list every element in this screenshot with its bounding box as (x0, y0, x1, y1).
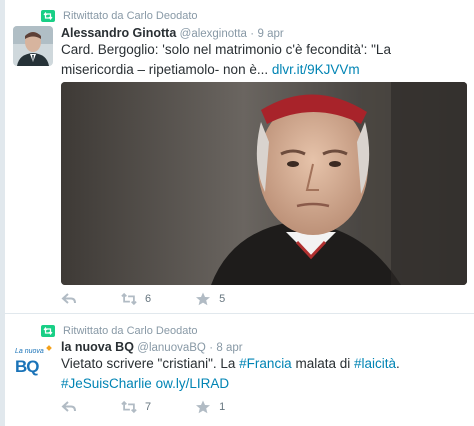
reply-icon (61, 401, 76, 412)
avatar[interactable] (13, 26, 53, 66)
avatar-star-decoration (46, 345, 52, 351)
reply-icon (61, 293, 76, 304)
tweet-actions: 7 1 (61, 397, 269, 417)
retweet-context[interactable]: Ritwittato da Carlo Deodato (41, 325, 198, 337)
hashtag-jesuischarlie[interactable]: #JeSuisCharlie (61, 376, 152, 391)
tweet-text-part: malata di (291, 356, 354, 371)
tweet-link[interactable]: ow.ly/LIRAD (156, 376, 230, 391)
reply-button[interactable] (61, 292, 77, 306)
retweet-button[interactable]: 6 (121, 292, 151, 306)
retweet-icon (121, 400, 137, 414)
favorite-count: 5 (219, 293, 226, 305)
tweet-text-part: Vietato scrivere "cristiani". La (61, 356, 240, 371)
timestamp[interactable]: 9 apr (257, 28, 283, 40)
avatar-logo-big: BQ (15, 357, 39, 376)
fullname[interactable]: la nuova BQ (61, 340, 134, 354)
tweet-text: Card. Bergoglio: 'solo nel matrimonio c'… (61, 40, 466, 80)
timestamp[interactable]: 8 apr (216, 342, 242, 354)
tweet[interactable]: Ritwittato da Carlo Deodato La nuova BQ … (5, 315, 474, 426)
timeline: Ritwittato da Carlo Deodato Alessandro G… (4, 0, 474, 426)
tweet-link[interactable]: dlvr.it/9KJVVm (272, 62, 360, 77)
separator-dot: · (250, 28, 255, 40)
retweet-icon (121, 292, 137, 306)
separator-dot: · (209, 342, 214, 354)
reply-button[interactable] (61, 400, 77, 414)
hashtag-laicita[interactable]: #laicità (354, 356, 396, 371)
tweet-actions: 6 5 (61, 289, 269, 309)
fullname[interactable]: Alessandro Ginotta (61, 26, 176, 40)
retweet-context-text: Ritwittato da Carlo Deodato (63, 10, 198, 22)
tweet-media-photo[interactable] (61, 82, 467, 285)
tweet-text: Vietato scrivere "cristiani". La #Franci… (61, 354, 466, 394)
favorite-button[interactable]: 5 (195, 292, 225, 306)
username[interactable]: @alexginotta (180, 28, 247, 40)
hashtag-francia[interactable]: #Francia (239, 356, 292, 371)
tweet[interactable]: Ritwittato da Carlo Deodato Alessandro G… (5, 0, 474, 314)
avatar[interactable]: La nuova BQ (13, 342, 53, 382)
username[interactable]: @lanuovaBQ (137, 342, 206, 354)
favorite-star-icon (196, 292, 211, 306)
retweet-context-icon (41, 10, 55, 22)
avatar-logo-small: La nuova (15, 348, 44, 355)
tweet-header: Alessandro Ginotta @alexginotta · 9 apr (61, 26, 284, 40)
retweet-context-icon (41, 325, 55, 337)
retweet-count: 7 (145, 401, 152, 413)
retweet-context-text: Ritwittato da Carlo Deodato (63, 325, 198, 337)
favorite-count: 1 (219, 401, 226, 413)
favorite-button[interactable]: 1 (195, 400, 225, 414)
retweet-button[interactable]: 7 (121, 400, 151, 414)
tweet-text-part: . (396, 356, 400, 371)
tweet-header: la nuova BQ @lanuovaBQ · 8 apr (61, 340, 243, 354)
retweet-count: 6 (145, 293, 152, 305)
favorite-star-icon (196, 400, 211, 414)
retweet-context[interactable]: Ritwittato da Carlo Deodato (41, 10, 198, 22)
